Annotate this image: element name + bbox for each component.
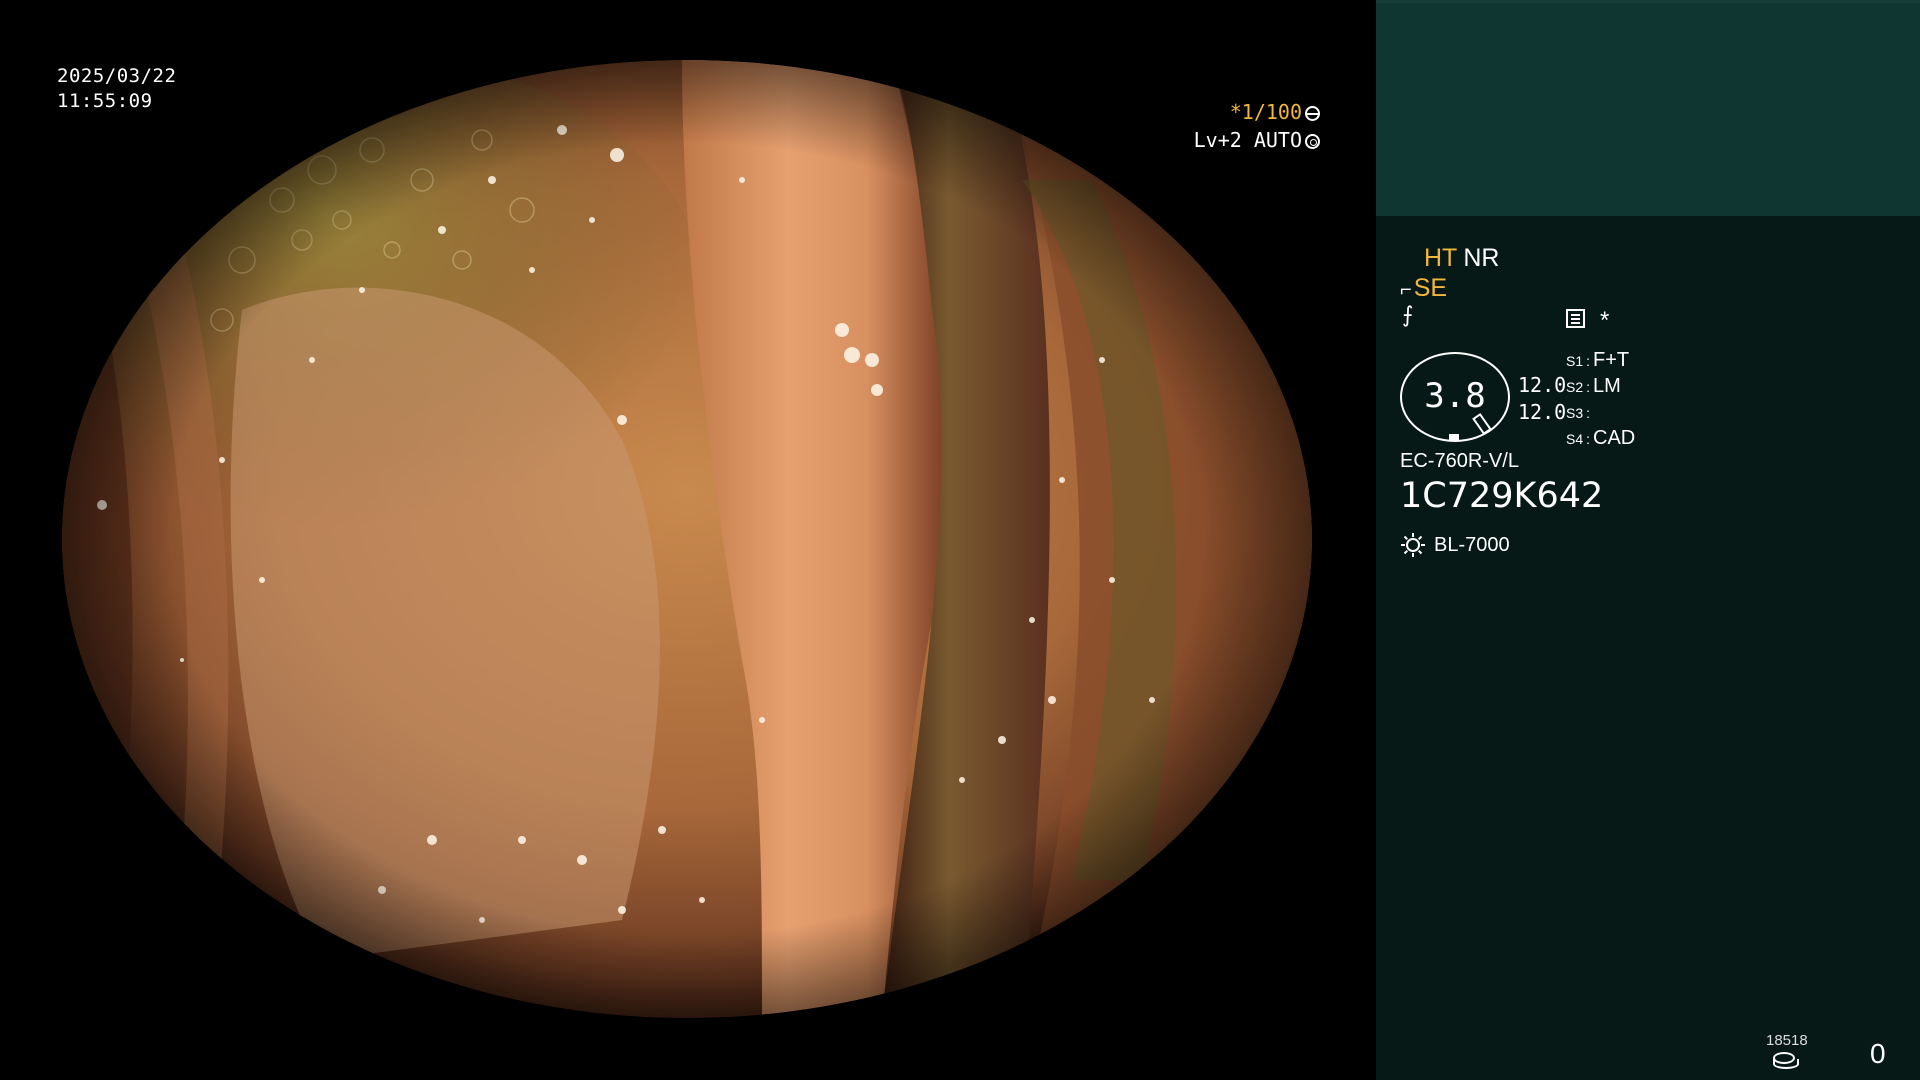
gauge-needle-icon: [1472, 412, 1492, 436]
storage-counter: 18518: [1766, 1032, 1808, 1049]
zoom-gauge: 3.8: [1400, 352, 1510, 442]
datetime-display: 2025/03/22 11:55:09: [57, 64, 176, 114]
light-source-label: BL-7000: [1434, 533, 1510, 556]
scope-model: EC-760R-V/L: [1400, 450, 1519, 472]
shutter-icon: [1305, 106, 1320, 121]
enhance-level: Lv+2 AUTO: [1193, 128, 1302, 152]
patient-info-header: [1376, 0, 1920, 216]
processing-modes: HT NR: [1424, 244, 1499, 273]
sun-icon: [1401, 533, 1425, 557]
image-settings-overlay: *1/100 Lv+2 AUTO: [1194, 98, 1320, 154]
star-mark: *: [1600, 307, 1610, 334]
light-source: BL-7000: [1400, 532, 1510, 558]
setting-s3: S3:: [1566, 405, 1591, 421]
structure-enhance-mode: ⌐SE: [1400, 274, 1447, 303]
storage-disk-icon: [1773, 1052, 1799, 1069]
setting-s2: S2: LM: [1566, 375, 1621, 397]
date-text: 2025/03/22: [57, 65, 177, 87]
mode-nr: NR: [1463, 244, 1500, 272]
info-panel: HT NR ⌐SE ⨍ * 3.8 12.0 12.0 S1: F+T S2: LM …: [1376, 0, 1920, 1080]
gauge-numbers: 12.0 12.0: [1518, 372, 1566, 426]
iris-icon: [1305, 134, 1320, 149]
gauge-indicator: [1449, 434, 1459, 440]
capture-counter: 0: [1870, 1038, 1886, 1069]
setting-s1: S1: F+T: [1566, 349, 1630, 371]
menu-icon: [1566, 309, 1585, 328]
shutter-row: *1/100: [1194, 98, 1320, 126]
shutter-speed: *1/100: [1229, 100, 1302, 124]
endoscopy-display: 2025/03/22 11:55:09 *1/100 Lv+2 AUTO HT N…: [0, 0, 1920, 1080]
mode-se: SE: [1413, 274, 1448, 302]
time-text: 11:55:09: [57, 90, 153, 112]
gauge-number-1: 12.0: [1518, 373, 1567, 397]
enhance-row: Lv+2 AUTO: [1194, 126, 1320, 154]
mode-ht: HT: [1424, 244, 1458, 272]
scope-serial-number: 1C729K642: [1400, 476, 1604, 516]
setting-s4: S4: CAD: [1566, 427, 1636, 449]
f-mode-symbol-icon: ⨍: [1402, 302, 1414, 327]
switch-settings-list: S1: F+T S2: LM S3: S4: CAD: [1566, 348, 1635, 452]
se-symbol-icon: ⌐: [1400, 279, 1412, 301]
endoscope-image: [62, 60, 1312, 1018]
mucosa-illustration: [62, 60, 1312, 1018]
gauge-number-2: 12.0: [1518, 400, 1567, 424]
gauge-value: 3.8: [1424, 376, 1486, 416]
